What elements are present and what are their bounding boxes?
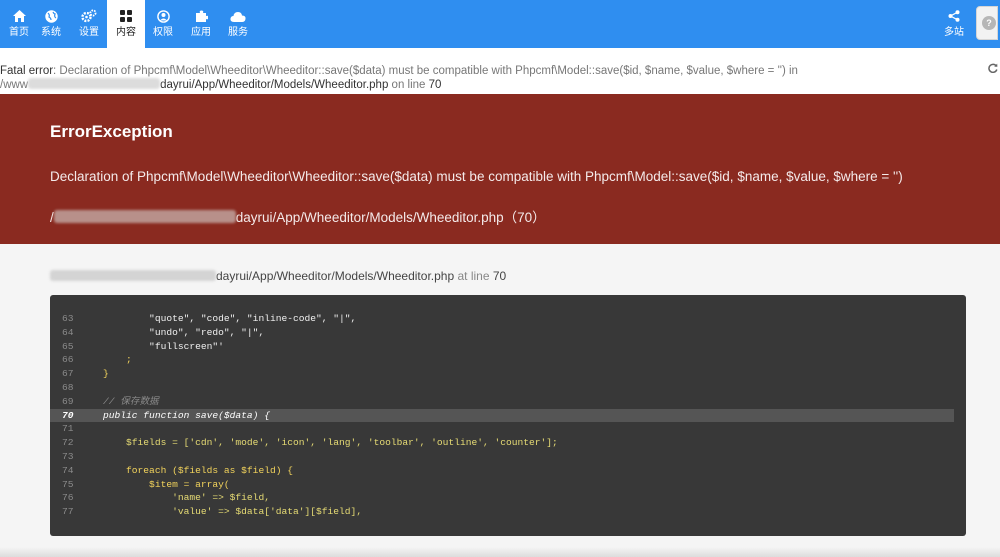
redacted-path — [50, 270, 216, 281]
nav-label: 权限 — [153, 27, 173, 38]
bottom-edge — [0, 547, 1000, 557]
exception-message: Declaration of Phpcmf\Model\Wheeditor\Wh… — [50, 169, 903, 184]
nav-item-settings[interactable]: 设置 — [70, 0, 108, 48]
fatal-error-text: Fatal error: Declaration of Phpcmf\Model… — [0, 64, 980, 92]
code-line: 63 "quote", "code", "inline-code", "|", — [62, 313, 357, 324]
trace-file-path: dayrui/App/Wheeditor/Models/Wheeditor.ph… — [216, 269, 455, 283]
code-line: 73 — [62, 450, 74, 462]
redacted-path — [53, 210, 236, 223]
trace-file-line: dayrui/App/Wheeditor/Models/Wheeditor.ph… — [50, 269, 506, 283]
code-line: 77 'value' => $data['data'][$field], — [62, 506, 363, 518]
question-icon: ? — [982, 16, 996, 30]
code-line: 72 $fields = ['cdn', 'mode', 'icon', 'la… — [62, 437, 558, 449]
code-line: 74 foreach ($fields as $field) { — [62, 464, 293, 476]
cloud-icon — [219, 8, 257, 24]
code-line: 64 "undo", "redo", "|", — [62, 326, 265, 338]
share-icon — [935, 8, 973, 24]
code-line: 71 — [62, 423, 74, 435]
fatal-error-label: Fatal error — [0, 65, 54, 77]
exception-panel: ErrorException Declaration of Phpcmf\Mod… — [0, 94, 1000, 244]
grid-icon — [107, 8, 145, 24]
nav-label: 系统 — [41, 27, 61, 38]
code-line: 68 — [62, 381, 74, 393]
code-line: 65 "fullscreen"' — [62, 340, 224, 352]
nav-label: 设置 — [79, 27, 99, 38]
nav-label: 内容 — [116, 27, 136, 38]
puzzle-icon — [182, 8, 220, 24]
code-block: 63 "quote", "code", "inline-code", "|", … — [50, 295, 966, 536]
fatal-path-prefix: /www — [0, 79, 29, 91]
refresh-icon[interactable] — [988, 62, 998, 76]
exception-path: / dayrui/App/Wheeditor/Models/Wheeditor.p… — [50, 206, 546, 226]
globe-icon — [32, 8, 70, 24]
avatar[interactable]: ? — [976, 6, 998, 40]
nav-item-content[interactable]: 内容 — [107, 0, 145, 48]
nav-label: 服务 — [228, 27, 248, 38]
exception-file-path: dayrui/App/Wheeditor/Models/Wheeditor.ph… — [235, 210, 546, 225]
user-icon — [144, 8, 182, 24]
top-navbar: 首页 系统 设置 内容 权限 应用 服务 多站 ? — [0, 0, 1000, 48]
exception-title: ErrorException — [50, 122, 173, 141]
code-line: 76 'name' => $field, — [62, 492, 270, 504]
fatal-on-line-label: on line — [391, 79, 426, 91]
gears-icon — [70, 8, 108, 24]
trace-section: dayrui/App/Wheeditor/Models/Wheeditor.ph… — [0, 244, 1000, 557]
code-line: 67} — [62, 368, 109, 380]
code-line-highlighted: 70 public function save($data) { — [50, 408, 954, 423]
fatal-error-message: : Declaration of Phpcmf\Model\Wheeditor\… — [53, 65, 798, 77]
nav-item-apps[interactable]: 应用 — [182, 0, 220, 48]
trace-line-number: 70 — [492, 269, 507, 283]
nav-item-multisite[interactable]: 多站 — [935, 0, 973, 48]
nav-item-services[interactable]: 服务 — [219, 0, 257, 48]
trace-at-line-label: at line — [457, 269, 490, 283]
nav-label: 多站 — [944, 27, 964, 38]
code-line: 75 $item = array( — [62, 478, 230, 490]
redacted-path — [28, 78, 161, 89]
nav-item-system[interactable]: 系统 — [32, 0, 70, 48]
code-line: 69// 保存数据 — [62, 395, 159, 407]
fatal-line-number: 70 — [428, 79, 442, 91]
nav-label: 应用 — [191, 27, 211, 38]
nav-item-permissions[interactable]: 权限 — [144, 0, 182, 48]
code-line: 66 ; — [62, 354, 132, 366]
fatal-file-path: dayrui/App/Wheeditor/Models/Wheeditor.ph… — [160, 79, 389, 91]
